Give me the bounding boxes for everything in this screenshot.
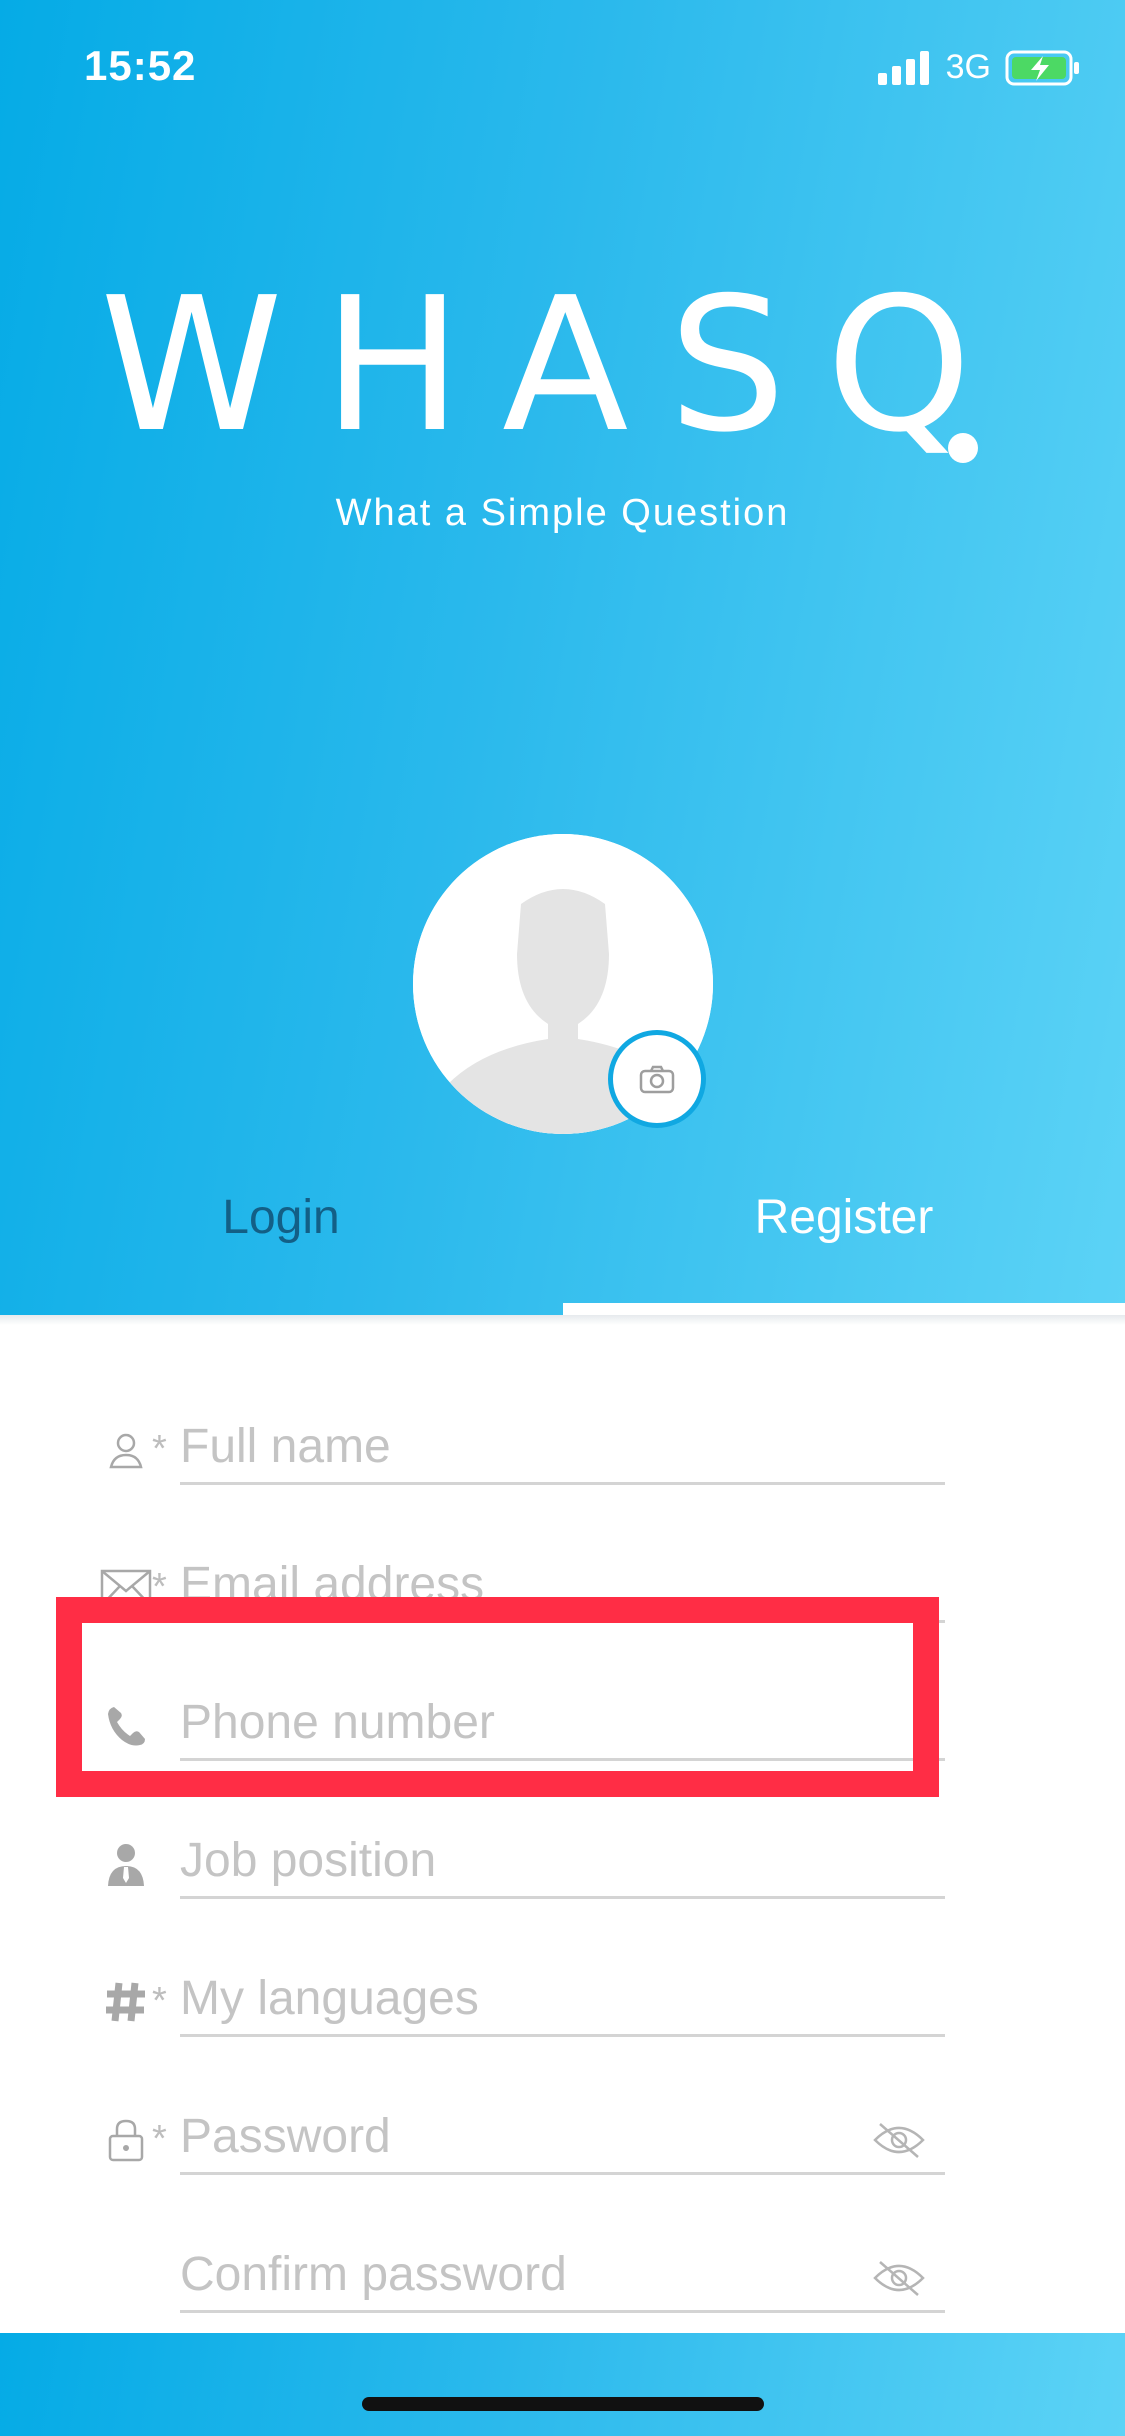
languages-input[interactable] bbox=[180, 1962, 945, 2037]
register-screen: 15:52 3G WHASQ What a Simple Question Lo… bbox=[0, 0, 1125, 2436]
person-tie-icon bbox=[98, 1836, 154, 1892]
phone-row bbox=[0, 1662, 1125, 1772]
status-time: 15:52 bbox=[84, 42, 197, 89]
user-icon bbox=[98, 1422, 154, 1478]
confirm-password-row bbox=[0, 2214, 1125, 2324]
lock-icon bbox=[98, 2112, 154, 2168]
signal-icon bbox=[877, 50, 929, 85]
full-name-row: * bbox=[0, 1386, 1125, 1496]
bottom-bar bbox=[0, 2333, 1125, 2436]
phone-number-input[interactable] bbox=[180, 1686, 945, 1761]
password-row: * bbox=[0, 2076, 1125, 2186]
required-mark: * bbox=[152, 2118, 167, 2160]
eye-off-icon[interactable] bbox=[872, 2120, 926, 2165]
camera-icon bbox=[639, 1065, 675, 1094]
eye-off-icon[interactable] bbox=[872, 2258, 926, 2303]
header-hero: 15:52 3G WHASQ What a Simple Question Lo… bbox=[0, 0, 1125, 1315]
whasq-logo: WHASQ bbox=[100, 260, 1020, 490]
status-indicators: 3G bbox=[877, 48, 1081, 87]
confirm-password-input[interactable] bbox=[180, 2238, 945, 2313]
active-tab-indicator bbox=[563, 1303, 1125, 1315]
password-input[interactable] bbox=[180, 2100, 945, 2175]
phone-icon bbox=[98, 1698, 154, 1754]
logo-dot bbox=[948, 433, 978, 463]
change-photo-button[interactable] bbox=[608, 1030, 706, 1128]
header-shadow bbox=[0, 1315, 1125, 1325]
full-name-input[interactable] bbox=[180, 1410, 945, 1485]
home-indicator[interactable] bbox=[362, 2397, 764, 2411]
job-position-input[interactable] bbox=[180, 1824, 945, 1899]
required-mark: * bbox=[152, 1566, 167, 1608]
hash-icon bbox=[98, 1974, 154, 2030]
required-mark: * bbox=[152, 1980, 167, 2022]
battery-charging-icon bbox=[1005, 50, 1079, 85]
job-position-row bbox=[0, 1800, 1125, 1910]
tab-login[interactable]: Login bbox=[0, 1190, 562, 1245]
mail-icon bbox=[98, 1560, 154, 1616]
logo-text: WHASQ bbox=[100, 257, 1012, 473]
tagline: What a Simple Question bbox=[335, 492, 790, 534]
tab-register[interactable]: Register bbox=[563, 1190, 1125, 1245]
required-mark: * bbox=[152, 1428, 167, 1470]
languages-row: * bbox=[0, 1938, 1125, 2048]
network-type: 3G bbox=[945, 48, 991, 86]
email-row: * bbox=[0, 1524, 1125, 1634]
email-input[interactable] bbox=[180, 1548, 945, 1623]
